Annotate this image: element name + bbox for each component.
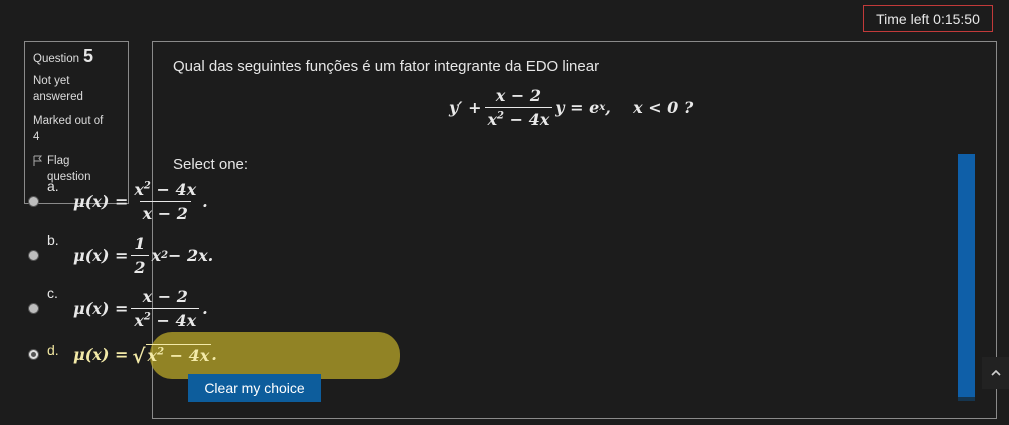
option-b[interactable]: b. μ(x) = 1 2 x2 − 2x. bbox=[28, 232, 213, 277]
question-state: Not yet answered bbox=[33, 73, 120, 105]
sqrt-symbol: √ bbox=[132, 344, 146, 368]
option-a-den: x − 2 bbox=[139, 201, 191, 223]
question-grade: Marked out of 4 bbox=[33, 113, 120, 145]
option-d-prefix: μ(x) = bbox=[73, 345, 129, 364]
option-c-den-base: x bbox=[134, 311, 144, 330]
option-d-radio[interactable] bbox=[28, 349, 39, 360]
option-c-letter: c. bbox=[47, 285, 58, 301]
option-c[interactable]: c. μ(x) = x − 2 x2 − 4x . bbox=[28, 285, 208, 330]
option-a-letter: a. bbox=[47, 178, 59, 194]
option-c-expression: μ(x) = x − 2 x2 − 4x . bbox=[73, 287, 208, 330]
equation-den-rest: − 4x bbox=[504, 110, 550, 129]
option-b-base: x bbox=[151, 246, 162, 265]
select-one-label: Select one: bbox=[173, 156, 249, 173]
option-d-letter: d. bbox=[47, 342, 59, 358]
option-a-expression: μ(x) = x2 − 4x x − 2 . bbox=[73, 180, 208, 223]
option-b-prefix: μ(x) = bbox=[73, 246, 129, 265]
option-d[interactable]: d. μ(x) = √ x2 − 4x . bbox=[28, 342, 217, 368]
option-a[interactable]: a. μ(x) = x2 − 4x x − 2 . bbox=[28, 178, 208, 223]
flag-icon bbox=[33, 155, 43, 166]
marked-line-2: 4 bbox=[33, 131, 40, 143]
option-a-prefix: μ(x) = bbox=[73, 192, 129, 211]
option-d-rad-base: x bbox=[147, 346, 158, 365]
option-b-fraction: 1 2 bbox=[131, 234, 149, 277]
equation-fraction: x − 2 x2 − 4x bbox=[484, 86, 553, 129]
option-c-den-rest: − 4x bbox=[150, 311, 197, 330]
option-b-expression: μ(x) = 1 2 x2 − 2x. bbox=[73, 234, 213, 277]
option-d-rad-rest: − 4x bbox=[164, 346, 210, 365]
equation-den-exp: 2 bbox=[497, 110, 505, 122]
equation-frac-num: x − 2 bbox=[495, 86, 541, 105]
option-c-radio[interactable] bbox=[28, 303, 39, 314]
clear-my-choice-button[interactable]: Clear my choice bbox=[188, 374, 321, 402]
option-d-expression: μ(x) = √ x2 − 4x . bbox=[73, 344, 217, 368]
equation-den-base: x bbox=[487, 110, 498, 129]
option-c-den-exp: 2 bbox=[143, 311, 151, 323]
state-line-1: Not yet bbox=[33, 75, 70, 87]
scrollbar-bottom bbox=[958, 397, 975, 401]
option-b-frac-num: 1 bbox=[134, 234, 146, 253]
option-b-rest: − 2x. bbox=[168, 246, 214, 265]
equation-after-frac: y = e bbox=[555, 98, 600, 117]
option-c-den: x2 − 4x bbox=[131, 308, 200, 330]
question-number: 5 bbox=[83, 46, 94, 66]
equation-condition: , x < 0 ? bbox=[605, 98, 694, 117]
option-a-num: x2 − 4x bbox=[131, 180, 199, 201]
option-c-num: x − 2 bbox=[142, 287, 188, 306]
time-left-label: Time left 0:15:50 bbox=[876, 10, 980, 27]
time-left-timer: Time left 0:15:50 bbox=[863, 5, 993, 32]
question-number-row: Question 5 bbox=[33, 46, 120, 67]
question-equation: y′ + x − 2 x2 − 4x y = e x , x < 0 ? bbox=[449, 86, 693, 129]
option-b-frac-den: 2 bbox=[131, 255, 149, 277]
option-a-suffix: . bbox=[202, 192, 208, 211]
question-text: Qual das seguintes funções é um fator in… bbox=[173, 58, 600, 75]
option-a-num-base: x bbox=[134, 180, 144, 199]
scrollbar-thumb[interactable] bbox=[958, 154, 975, 401]
flag-line-1: Flag bbox=[47, 155, 70, 167]
option-b-exp: 2 bbox=[161, 250, 169, 261]
option-c-suffix: . bbox=[202, 299, 208, 318]
equation-frac-den: x2 − 4x bbox=[484, 107, 553, 129]
option-d-radicand: x2 − 4x bbox=[145, 344, 212, 365]
chevron-up-icon bbox=[990, 370, 1001, 376]
option-d-suffix: . bbox=[211, 345, 217, 364]
option-a-num-rest: − 4x bbox=[150, 180, 197, 199]
question-label: Question bbox=[33, 53, 80, 65]
option-b-radio[interactable] bbox=[28, 250, 39, 261]
option-a-num-exp: 2 bbox=[143, 180, 151, 192]
equation-lhs-prefix: y′ + bbox=[449, 98, 482, 117]
option-b-letter: b. bbox=[47, 232, 59, 248]
option-a-fraction: x2 − 4x x − 2 bbox=[131, 180, 199, 223]
state-line-2: answered bbox=[33, 91, 83, 103]
option-d-rad-exp: 2 bbox=[157, 346, 165, 358]
option-a-radio[interactable] bbox=[28, 196, 39, 207]
option-c-prefix: μ(x) = bbox=[73, 299, 129, 318]
marked-line-1: Marked out of bbox=[33, 115, 104, 127]
option-d-sqrt: √ x2 − 4x bbox=[132, 344, 212, 368]
option-c-fraction: x − 2 x2 − 4x bbox=[131, 287, 200, 330]
back-to-top-button[interactable] bbox=[982, 357, 1009, 389]
